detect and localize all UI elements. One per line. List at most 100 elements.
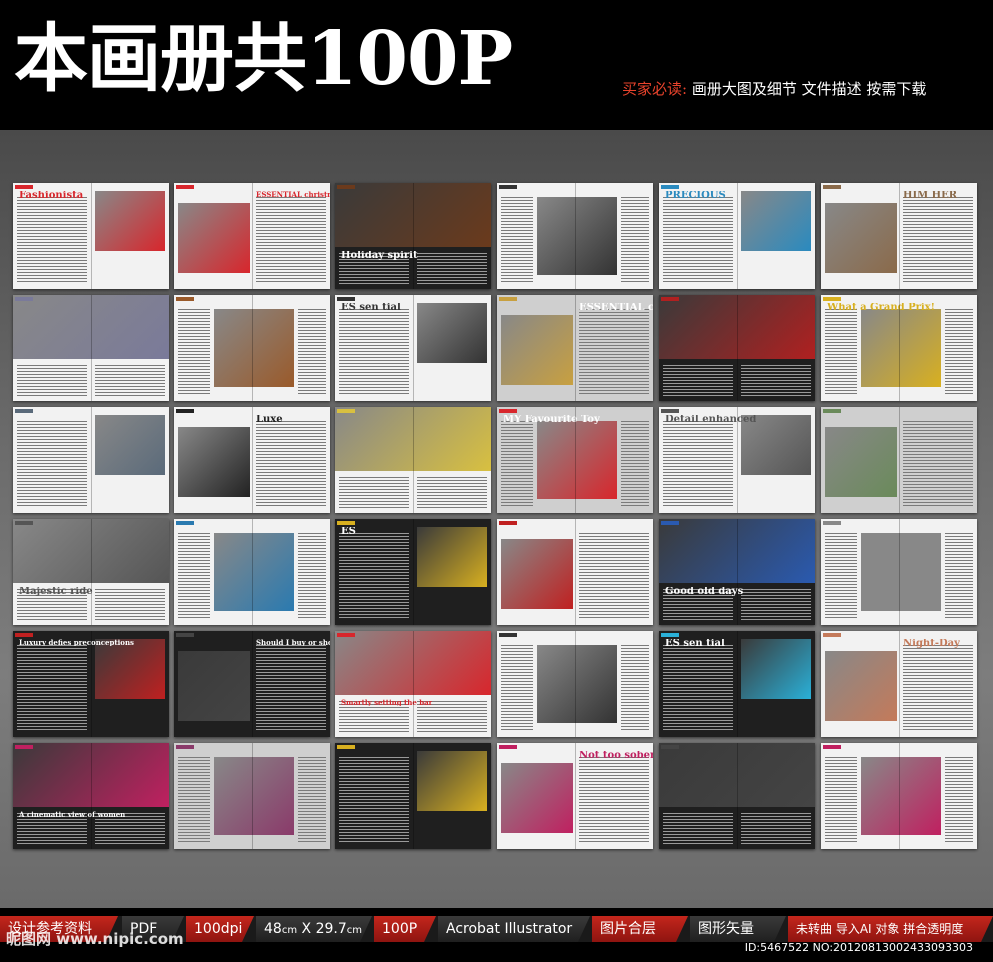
- magazine-spread-thumbnail: [174, 519, 330, 625]
- spread-text-column: [298, 533, 326, 619]
- spread-accent-bar: [15, 745, 33, 749]
- spread-photo: [178, 203, 250, 273]
- spread-text-column: [741, 813, 811, 845]
- magazine-spread-thumbnail: [335, 407, 491, 513]
- magazine-spread-thumbnail: [659, 295, 815, 401]
- spread-text-column: [825, 533, 857, 619]
- tag-software: Acrobat Illustrator: [438, 916, 590, 942]
- spread-fold: [413, 295, 414, 401]
- spread-fold: [575, 407, 576, 513]
- spread-accent-bar: [661, 297, 679, 301]
- spread-photo: [501, 539, 573, 609]
- spread-headline: PRECIOUS: [665, 191, 726, 201]
- spread-fold: [413, 183, 414, 289]
- spread-text-column: [663, 197, 733, 283]
- magazine-spread-thumbnail: [174, 295, 330, 401]
- spread-accent-bar: [661, 633, 679, 637]
- spread-text-column: [903, 645, 973, 731]
- spread-text-column: [741, 589, 811, 621]
- spread-text-column: [256, 645, 326, 731]
- spread-fold: [575, 631, 576, 737]
- spread-fold: [575, 743, 576, 849]
- magazine-spread-thumbnail: Good old days: [659, 519, 815, 625]
- spread-fold: [91, 743, 92, 849]
- magazine-spread-thumbnail: MY Favourite Toy: [497, 407, 653, 513]
- magazine-spread-thumbnail: [821, 743, 977, 849]
- magazine-spread-thumbnail: [13, 407, 169, 513]
- spread-text-column: [663, 421, 733, 507]
- spread-text-column: [178, 757, 210, 843]
- spread-photo: [178, 427, 250, 497]
- spread-text-column: [17, 645, 87, 731]
- header-banner: 本画册共100P 买家必读: 画册大图及细节 文件描述 按需下载: [0, 0, 993, 130]
- spread-headline: ES sen tial: [341, 303, 401, 313]
- spread-accent-bar: [176, 185, 194, 189]
- magazine-spread-thumbnail: [174, 743, 330, 849]
- spread-headline: Holiday spirit: [341, 251, 418, 261]
- spread-headline: ES sen tial: [665, 639, 725, 649]
- spread-photo: [825, 651, 897, 721]
- spread-fold: [252, 519, 253, 625]
- spread-text-column: [339, 757, 409, 843]
- spread-accent-bar: [337, 185, 355, 189]
- spread-text-column: [417, 477, 487, 509]
- spread-headline: Night-Day: [903, 639, 960, 649]
- spread-text-column: [663, 645, 733, 731]
- spread-headline: Fashionista: [19, 191, 84, 201]
- spread-fold: [91, 407, 92, 513]
- magazine-spread-thumbnail: Luxe: [174, 407, 330, 513]
- magazine-spread-thumbnail: A cinematic view of women: [13, 743, 169, 849]
- magazine-spread-thumbnail: [821, 407, 977, 513]
- spread-accent-bar: [337, 521, 355, 525]
- footer-bar: 设计参考资料 PDF 100dpi 48cm X 29.7cm 100P Acr…: [0, 908, 993, 962]
- spread-text-column: [95, 589, 165, 621]
- spread-text-column: [298, 309, 326, 395]
- buyer-notice: 买家必读: 画册大图及细节 文件描述 按需下载: [622, 78, 926, 99]
- magazine-spread-thumbnail: Not too sober: [497, 743, 653, 849]
- spread-fold: [737, 631, 738, 737]
- spread-accent-bar: [661, 185, 679, 189]
- site-watermark: 昵图网 www.nipic.com: [6, 930, 184, 948]
- magazine-spread-thumbnail: [335, 743, 491, 849]
- spread-headline: ESSENTIAL christmas: [256, 191, 330, 198]
- spread-text-column: [945, 757, 973, 843]
- spread-text-column: [17, 365, 87, 397]
- spread-fold: [575, 295, 576, 401]
- spread-text-column: [417, 253, 487, 285]
- magazine-spread-thumbnail: ES sen tial: [659, 631, 815, 737]
- spread-photo: [861, 533, 941, 611]
- spread-fold: [413, 407, 414, 513]
- spread-text-column: [621, 421, 649, 507]
- spread-fold: [413, 631, 414, 737]
- spread-text-column: [825, 757, 857, 843]
- spread-photo: [741, 639, 811, 699]
- spread-text-column: [663, 813, 733, 845]
- spread-fold: [91, 631, 92, 737]
- spread-accent-bar: [176, 409, 194, 413]
- spread-headline: A cinematic view of women: [19, 811, 126, 818]
- spread-fold: [413, 743, 414, 849]
- spread-accent-bar: [499, 409, 517, 413]
- spread-text-column: [17, 197, 87, 283]
- tag-notes: 未转曲 导入AI 对象 拼合透明度: [788, 916, 993, 942]
- spread-headline: Luxe: [256, 415, 283, 425]
- spread-fold: [252, 295, 253, 401]
- spread-fold: [91, 183, 92, 289]
- spread-photo: [537, 421, 617, 499]
- spread-accent-bar: [823, 633, 841, 637]
- spread-text-column: [945, 309, 973, 395]
- spread-text-column: [298, 757, 326, 843]
- spread-headline: Luxury defies preconceptions: [19, 639, 134, 646]
- spread-fold: [899, 743, 900, 849]
- spread-text-column: [579, 757, 649, 843]
- spread-photo: [95, 639, 165, 699]
- spread-fold: [252, 407, 253, 513]
- magazine-spread-thumbnail: Smartly setting the bar: [335, 631, 491, 737]
- magazine-spread-thumbnail: [497, 183, 653, 289]
- spread-text-column: [256, 197, 326, 283]
- spread-fold: [737, 519, 738, 625]
- spread-accent-bar: [823, 297, 841, 301]
- spread-text-column: [903, 197, 973, 283]
- spread-text-column: [621, 645, 649, 731]
- spread-text-column: [95, 365, 165, 397]
